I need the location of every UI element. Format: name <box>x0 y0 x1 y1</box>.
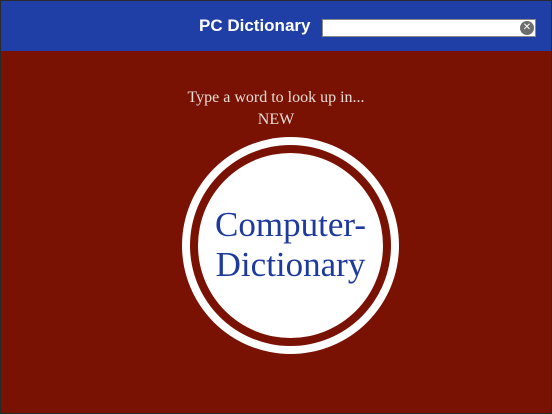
lookup-prompt: Type a word to look up in... NEW <box>1 87 551 131</box>
logo-text-line-2: Dictionary <box>215 245 366 284</box>
logo-text: Computer- Dictionary <box>182 205 399 285</box>
dictionary-name-label: NEW <box>257 111 295 128</box>
header-bar: PC Dictionary ✕ <box>1 1 551 51</box>
prompt-text: Type a word to look up in... <box>187 89 365 106</box>
search-box[interactable]: ✕ <box>322 19 536 37</box>
search-input[interactable] <box>323 20 515 36</box>
computer-dictionary-logo-button[interactable]: Computer- Dictionary <box>182 137 399 354</box>
clear-circle-x-icon[interactable]: ✕ <box>520 21 534 35</box>
app-window: PC Dictionary ✕ Type a word to look up i… <box>0 0 552 414</box>
logo-text-line-1: Computer- <box>215 205 366 244</box>
app-title: PC Dictionary <box>199 16 311 35</box>
